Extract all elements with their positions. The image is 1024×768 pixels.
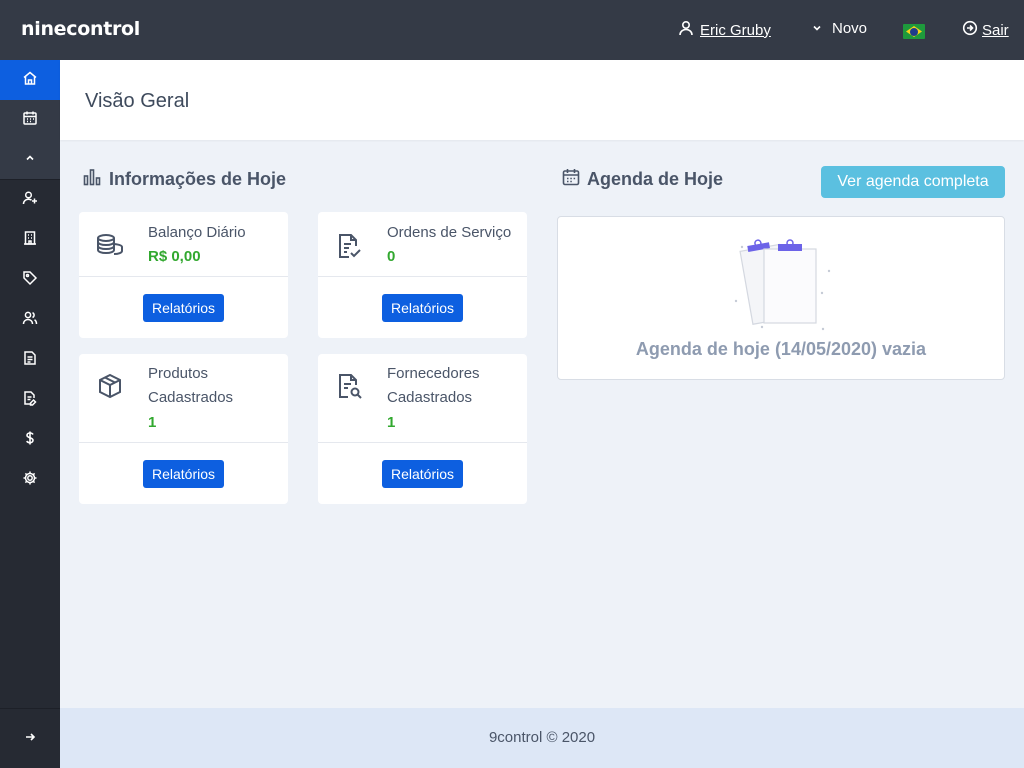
- card-label-line2: Cadastrados: [148, 389, 234, 406]
- sidebar-item-companies[interactable]: [0, 220, 60, 260]
- chevron-up-icon: [24, 151, 36, 169]
- bar-chart-icon: [83, 168, 102, 191]
- novo-dropdown[interactable]: Novo: [812, 20, 867, 37]
- ver-agenda-completa-button[interactable]: Ver agenda completa: [821, 166, 1005, 198]
- footer-text: 9control © 2020: [488, 729, 596, 746]
- card-label-line2: Cadastrados: [387, 389, 473, 406]
- logo[interactable]: ninecontrol: [21, 18, 140, 40]
- sidebar-expand-button[interactable]: [0, 708, 60, 768]
- chevron-down-icon: [812, 20, 822, 37]
- agenda-panel: Agenda de hoje (14/05/2020) vazia: [557, 216, 1005, 380]
- dollar-icon: [22, 430, 38, 451]
- relatorios-button[interactable]: Relatórios: [381, 459, 464, 488]
- empty-clipboard-illustration: [730, 235, 834, 336]
- box-icon: [96, 372, 124, 405]
- document-list-icon: [22, 350, 38, 371]
- user-name[interactable]: Eric Gruby: [700, 22, 771, 39]
- card-value: 1: [387, 414, 396, 431]
- card-value: R$ 0,00: [148, 248, 201, 265]
- logout-icon: [962, 20, 978, 40]
- sidebar-item-orders[interactable]: [0, 340, 60, 380]
- sidebar-item-settings[interactable]: [0, 460, 60, 500]
- card-balanco-diario: Balanço Diário R$ 0,00 Relatórios: [79, 212, 288, 338]
- user-menu[interactable]: Eric Gruby: [678, 20, 771, 40]
- sidebar: [0, 60, 60, 768]
- agenda-empty-message: Agenda de hoje (14/05/2020) vazia: [635, 339, 927, 359]
- building-icon: [22, 230, 38, 251]
- agenda-section-title: Agenda de Hoje: [562, 168, 723, 191]
- logout-label: Sair: [982, 21, 1009, 39]
- coins-icon: [96, 233, 124, 262]
- arrow-right-icon: [24, 730, 36, 748]
- document-edit-icon: [22, 390, 38, 411]
- brazil-flag-icon[interactable]: [903, 24, 925, 39]
- user-icon: [678, 20, 694, 40]
- sidebar-item-calendar[interactable]: [0, 100, 60, 140]
- sidebar-item-users[interactable]: [0, 300, 60, 340]
- card-produtos-cadastrados: Produtos Cadastrados 1 Relatórios: [79, 354, 288, 504]
- logout-button[interactable]: Sair: [962, 20, 1009, 40]
- gear-icon: [22, 470, 38, 491]
- footer: 9control © 2020: [60, 708, 1024, 768]
- card-label-line1: Produtos: [148, 365, 209, 382]
- card-label: Balanço Diário: [148, 224, 246, 241]
- sidebar-item-home[interactable]: [0, 60, 60, 100]
- calendar-icon: [562, 168, 580, 191]
- card-value: 1: [148, 414, 157, 431]
- sidebar-item-collapse[interactable]: [0, 140, 60, 180]
- home-icon: [22, 70, 38, 91]
- sidebar-item-tags[interactable]: [0, 260, 60, 300]
- relatorios-button[interactable]: Relatórios: [142, 459, 225, 488]
- relatorios-button[interactable]: Relatórios: [142, 293, 225, 322]
- sidebar-item-finance[interactable]: [0, 420, 60, 460]
- relatorios-button[interactable]: Relatórios: [381, 293, 464, 322]
- document-check-icon: [335, 232, 363, 265]
- calendar-icon: [22, 110, 38, 131]
- card-fornecedores-cadastrados: Fornecedores Cadastrados 1 Relatórios: [318, 354, 527, 504]
- page-title: Visão Geral: [85, 90, 190, 112]
- sidebar-item-add-client[interactable]: [0, 180, 60, 220]
- tag-icon: [22, 270, 38, 291]
- card-label: Ordens de Serviço: [387, 224, 512, 241]
- page-header: Visão Geral: [60, 60, 1024, 140]
- card-value: 0: [387, 248, 396, 265]
- users-icon: [22, 310, 38, 331]
- top-bar: ninecontrol Eric Gruby Novo Sair: [0, 0, 1024, 60]
- sidebar-item-edit-docs[interactable]: [0, 380, 60, 420]
- document-search-icon: [335, 372, 363, 405]
- novo-label: Novo: [832, 20, 868, 37]
- card-label-line1: Fornecedores: [387, 365, 480, 382]
- info-section-title: Informações de Hoje: [83, 168, 286, 191]
- user-plus-icon: [22, 190, 38, 211]
- card-ordens-servico: Ordens de Serviço 0 Relatórios: [318, 212, 527, 338]
- info-title: Informações de Hoje: [109, 169, 287, 189]
- agenda-title: Agenda de Hoje: [587, 169, 724, 189]
